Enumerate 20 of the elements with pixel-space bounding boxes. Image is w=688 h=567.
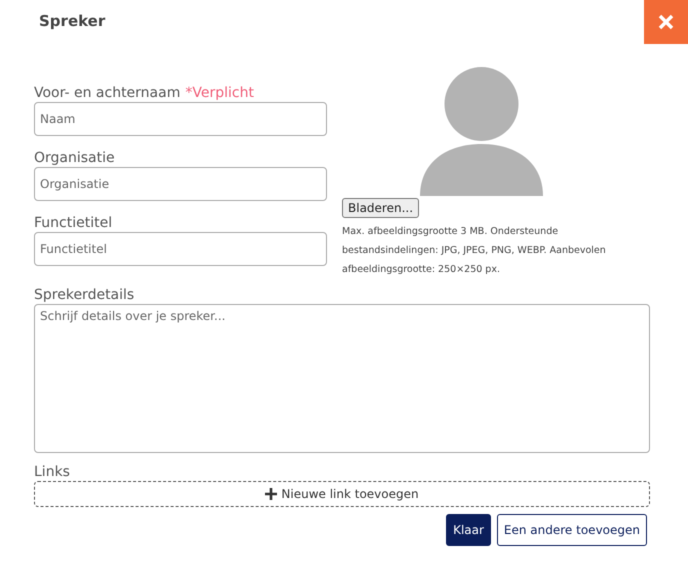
input-field[interactable]: Naam — [34, 102, 327, 136]
browse-button[interactable]: Bladeren... — [342, 198, 420, 218]
add-link-button[interactable]: Nieuwe link toevoegen — [34, 481, 650, 507]
field-label: Links — [34, 463, 71, 481]
dialog-title: Spreker — [39, 12, 106, 32]
plus-icon — [265, 488, 278, 500]
input-field[interactable]: Organisatie — [34, 167, 327, 201]
add-another-button[interactable]: Een andere toevoegen — [496, 514, 647, 546]
done-button[interactable]: Klaar — [446, 514, 491, 546]
details-field[interactable]: Schrijf details over je spreker... — [34, 304, 650, 453]
field-label: Voor- en achternaam — [34, 84, 180, 102]
input-field[interactable]: Functietitel — [34, 232, 327, 266]
field-label: Sprekerdetails — [34, 286, 136, 304]
field-label: Organisatie — [34, 149, 115, 167]
help-text: Max. afbeeldingsgrootte 3 MB. Ondersteunde bestandsindelingen: JPG, JPEG, PNG, WEBP. Aanbevolen afbeeldingsgrootte: 250×250 px. — [342, 225, 607, 277]
required-note: *Verplicht — [185, 84, 254, 102]
avatar-icon — [420, 67, 542, 196]
field-label: Functietitel — [34, 214, 112, 232]
close-icon — [658, 14, 674, 30]
close-button[interactable] — [644, 0, 688, 44]
